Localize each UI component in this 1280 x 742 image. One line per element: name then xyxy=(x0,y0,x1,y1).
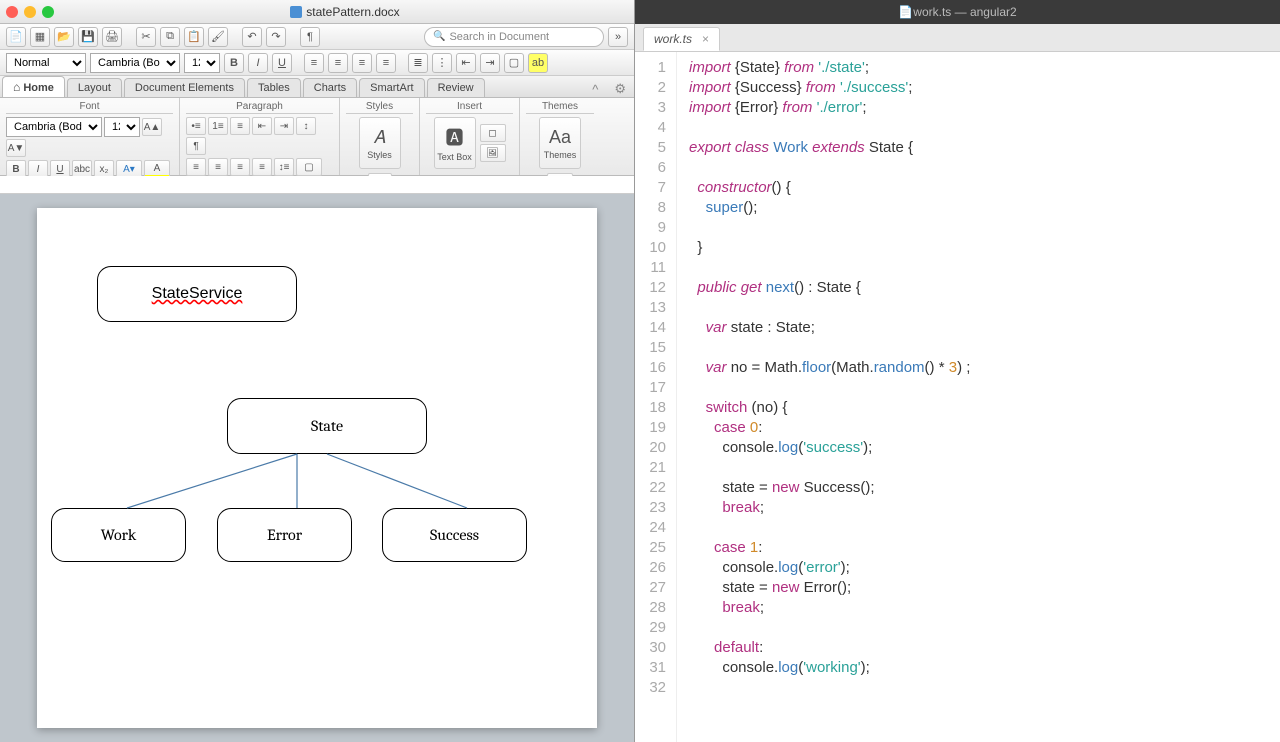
highlight-button[interactable]: ab xyxy=(528,53,548,73)
picture-button[interactable]: 🖼 xyxy=(480,144,506,162)
styles-button[interactable]: 𝐴Styles xyxy=(359,117,401,169)
paste-button[interactable]: 📋 xyxy=(184,27,204,47)
copy-button[interactable]: ⧉ xyxy=(160,27,180,47)
format-painter-button[interactable]: 🖌 xyxy=(208,27,228,47)
new-doc-button[interactable]: 📄 xyxy=(6,27,26,47)
print-button[interactable]: 🖨 xyxy=(102,27,122,47)
numbering-button[interactable]: 1≡ xyxy=(208,117,228,135)
grow-font-button[interactable]: A▲ xyxy=(142,118,162,136)
align-right-button-2[interactable]: ≡ xyxy=(230,158,250,176)
templates-button[interactable]: ▦ xyxy=(30,27,50,47)
save-button[interactable]: 💾 xyxy=(78,27,98,47)
group-font-title: Font xyxy=(6,100,173,114)
align-left-button-2[interactable]: ≡ xyxy=(186,158,206,176)
ribbon-tabs: ⌂ Home Layout Document Elements Tables C… xyxy=(0,76,634,98)
justify-button[interactable]: ≡ xyxy=(376,53,396,73)
tab-document-elements[interactable]: Document Elements xyxy=(124,78,245,97)
document-page: StateService State Work Error Success xyxy=(37,208,597,728)
cut-button[interactable]: ✂ xyxy=(136,27,156,47)
themes-icon: Aa xyxy=(549,127,571,148)
document-canvas[interactable]: StateService State Work Error Success xyxy=(0,194,634,742)
shrink-font-button[interactable]: A▼ xyxy=(6,139,26,157)
multilevel-button[interactable]: ≡ xyxy=(230,117,250,135)
format-toolbar: Normal Cambria (Bo... 12 B I U ≡ ≡ ≡ ≡ ≣… xyxy=(0,50,634,76)
group-styles-title: Styles xyxy=(346,100,413,114)
settings-gear-icon[interactable]: ⚙ xyxy=(606,81,634,97)
group-insert-title: Insert xyxy=(426,100,513,114)
redo-button[interactable]: ↷ xyxy=(266,27,286,47)
ribbon-body: Font Cambria (Body) 12 A▲ A▼ B I U abc x… xyxy=(0,98,634,176)
group-paragraph-title: Paragraph xyxy=(186,100,333,114)
tab-tables[interactable]: Tables xyxy=(247,78,301,97)
borders-button[interactable]: ▢ xyxy=(504,53,524,73)
line-spacing-button[interactable]: ↕≡ xyxy=(274,158,294,176)
open-button[interactable]: 📂 xyxy=(54,27,74,47)
shape-button[interactable]: ◻ xyxy=(480,124,506,142)
editor-tab-work[interactable]: work.ts × xyxy=(643,27,720,51)
underline-button[interactable]: U xyxy=(272,53,292,73)
close-icon[interactable] xyxy=(6,6,18,18)
document-title: statePattern.docx xyxy=(62,5,628,19)
textbox-icon: 🅰 xyxy=(446,124,464,150)
code-source[interactable]: import {State} from './state'; import {S… xyxy=(677,52,970,742)
tab-layout[interactable]: Layout xyxy=(67,78,122,97)
zoom-icon[interactable] xyxy=(42,6,54,18)
code-area[interactable]: 1234567891011121314151617181920212223242… xyxy=(635,52,1280,742)
group-themes-title: Themes xyxy=(526,100,594,114)
justify-button-2[interactable]: ≡ xyxy=(252,158,272,176)
align-center-button-2[interactable]: ≡ xyxy=(208,158,228,176)
word-doc-icon xyxy=(290,6,302,18)
font-size-select[interactable]: 12 xyxy=(104,117,140,137)
diagram-box-error[interactable]: Error xyxy=(217,508,352,562)
diagram-box-work[interactable]: Work xyxy=(51,508,186,562)
bullets-button[interactable]: •≡ xyxy=(186,117,206,135)
show-formatting-button[interactable]: ¶ xyxy=(300,27,320,47)
diagram-box-success[interactable]: Success xyxy=(382,508,527,562)
expand-icon[interactable]: » xyxy=(608,27,628,47)
indent-button-2[interactable]: ⇥ xyxy=(274,117,294,135)
undo-button[interactable]: ↶ xyxy=(242,27,262,47)
italic-button[interactable]: I xyxy=(248,53,268,73)
word-titlebar: statePattern.docx xyxy=(0,0,634,24)
textbox-button[interactable]: 🅰Text Box xyxy=(434,117,476,169)
paragraph-marks-button[interactable]: ¶ xyxy=(186,137,206,155)
styles-icon: 𝐴 xyxy=(374,127,386,148)
align-left-button[interactable]: ≡ xyxy=(304,53,324,73)
outdent-button-2[interactable]: ⇤ xyxy=(252,117,272,135)
bullet-list-button[interactable]: ⋮ xyxy=(432,53,452,73)
shading-button[interactable]: ▢ xyxy=(296,158,322,176)
diagram-box-stateservice[interactable]: StateService xyxy=(97,266,297,322)
minimize-icon[interactable] xyxy=(24,6,36,18)
diagram-box-state[interactable]: State xyxy=(227,398,427,454)
bold-button[interactable]: B xyxy=(224,53,244,73)
line-gutter: 1234567891011121314151617181920212223242… xyxy=(635,52,677,742)
style-select[interactable]: Normal xyxy=(6,53,86,73)
collapse-ribbon-icon[interactable]: ^ xyxy=(584,82,606,97)
word-window: statePattern.docx 📄 ▦ 📂 💾 🖨 ✂ ⧉ 📋 🖌 ↶ ↷ … xyxy=(0,0,635,742)
tab-home[interactable]: ⌂ Home xyxy=(2,76,65,97)
themes-button[interactable]: AaThemes xyxy=(539,117,581,169)
editor-tabs: work.ts × xyxy=(635,24,1280,52)
size-select[interactable]: 12 xyxy=(184,53,220,73)
sort-button[interactable]: ↕ xyxy=(296,117,316,135)
quick-toolbar: 📄 ▦ 📂 💾 🖨 ✂ ⧉ 📋 🖌 ↶ ↷ ¶ Search in Docume… xyxy=(0,24,634,50)
tab-charts[interactable]: Charts xyxy=(303,78,357,97)
ruler[interactable] xyxy=(0,176,634,194)
tab-review[interactable]: Review xyxy=(427,78,485,97)
code-editor-window: 📄 work.ts — angular2 work.ts × 123456789… xyxy=(635,0,1280,742)
close-tab-icon[interactable]: × xyxy=(702,32,709,46)
numbered-list-button[interactable]: ≣ xyxy=(408,53,428,73)
tab-smartart[interactable]: SmartArt xyxy=(359,78,424,97)
align-center-button[interactable]: ≡ xyxy=(328,53,348,73)
search-input[interactable]: Search in Document xyxy=(424,27,604,47)
editor-titlebar: 📄 work.ts — angular2 xyxy=(635,0,1280,24)
indent-button[interactable]: ⇥ xyxy=(480,53,500,73)
align-right-button[interactable]: ≡ xyxy=(352,53,372,73)
font-select[interactable]: Cambria (Bo... xyxy=(90,53,180,73)
font-family-select[interactable]: Cambria (Body) xyxy=(6,117,102,137)
outdent-button[interactable]: ⇤ xyxy=(456,53,476,73)
